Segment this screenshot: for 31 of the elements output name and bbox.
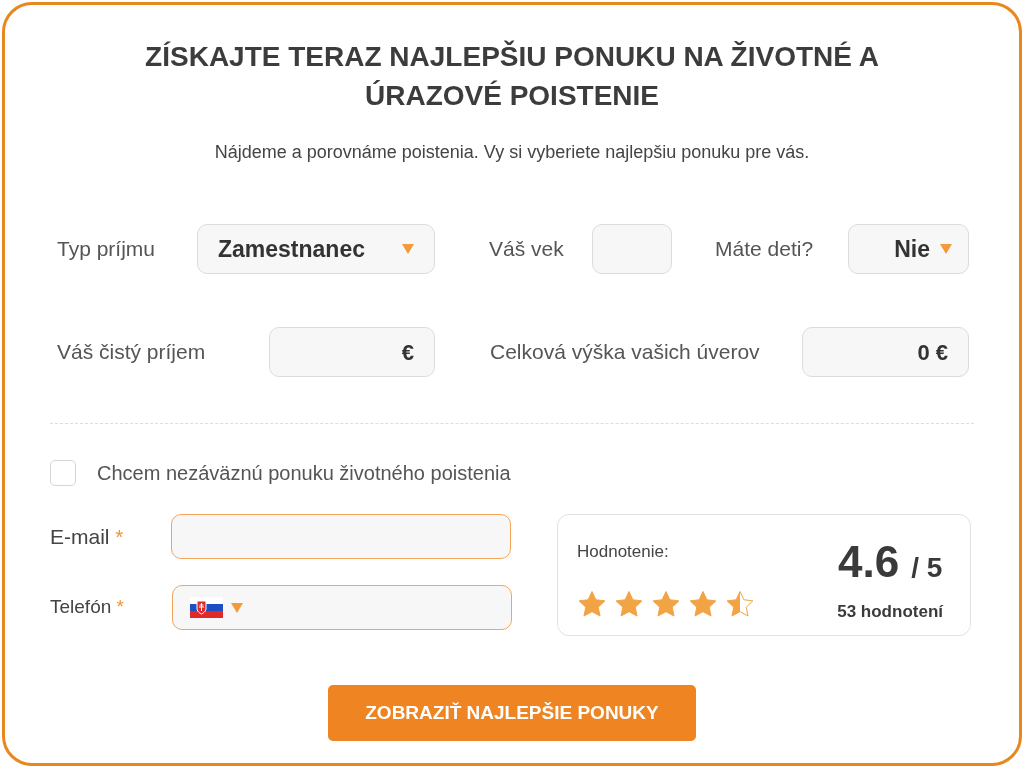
rating-count: 53 hodnotení <box>837 601 943 623</box>
star-icon <box>614 588 644 619</box>
field-label: Váš čistý príjem <box>57 339 207 366</box>
caret-icon <box>231 602 243 613</box>
income-type-select[interactable]: Zamestnanec <box>197 224 435 274</box>
net-income-input[interactable]: € <box>269 327 435 377</box>
field-label: Celková výška vašich úverov <box>490 339 761 366</box>
email-input[interactable] <box>171 514 511 559</box>
form-title: ZÍSKAJTE TERAZ NAJLEPŠIU PONUKU NA ŽIVOTNÉ A ÚRAZOVÉ POISTENIE <box>144 39 880 113</box>
checkbox[interactable] <box>50 460 76 486</box>
field-label: Váš vek <box>489 236 565 263</box>
field-label: E-mail * <box>50 523 125 550</box>
star-icon <box>688 588 718 619</box>
rating-label: Hodnotenie: <box>577 541 670 563</box>
caret-icon <box>402 244 414 254</box>
star-icon <box>651 588 681 619</box>
subtitle: Nájdeme a porovnáme poistenia. Vy si vyberiete najlepšiu ponuku pre vás. <box>213 141 811 164</box>
star-icon <box>725 588 755 619</box>
field-label: Máte deti? <box>715 236 815 263</box>
checkbox-label: Chcem nezáväznú ponuku životného poistenia <box>97 461 511 486</box>
star-icon <box>577 588 607 619</box>
children-select[interactable]: Nie <box>848 224 969 274</box>
age-input[interactable] <box>592 224 672 274</box>
field-label: Telefón * <box>50 595 125 620</box>
rating-score: 4.6 <box>837 536 900 588</box>
field-label: Typ príjmu <box>57 236 157 263</box>
loans-input[interactable]: 0 € <box>802 327 969 377</box>
caret-icon <box>940 244 952 254</box>
rating-max: / 5 <box>911 551 943 585</box>
phone-input[interactable] <box>172 585 512 630</box>
flag-icon <box>190 597 223 618</box>
